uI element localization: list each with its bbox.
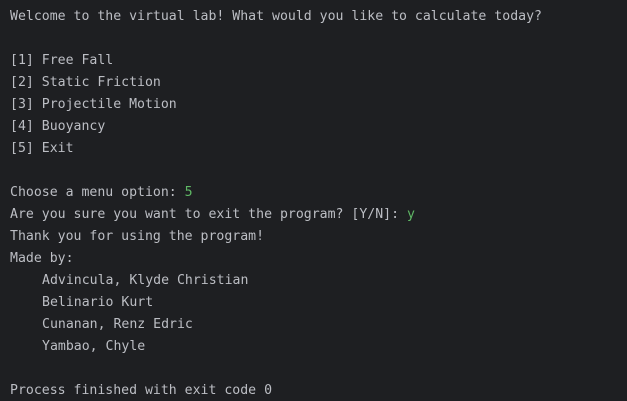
author-line: Belinario Kurt [42, 295, 154, 310]
welcome-line: Welcome to the virtual lab! What would y… [10, 9, 542, 24]
exit-confirm-text: Are you sure you want to exit the progra… [10, 207, 407, 222]
menu-item-projectile-motion: [3] Projectile Motion [10, 97, 177, 112]
menu-option-input: 5 [184, 185, 193, 200]
author-line: Advincula, Klyde Christian [42, 273, 249, 288]
menu-item-static-friction: [2] Static Friction [10, 75, 161, 90]
made-by-line: Made by: [10, 251, 74, 266]
author-line: Cunanan, Renz Edric [42, 317, 193, 332]
exit-code-line: Process finished with exit code 0 [10, 383, 273, 398]
author-line: Yambao, Chyle [42, 339, 146, 354]
menu-prompt-line: Choose a menu option: 5 [10, 182, 627, 204]
menu-item-free-fall: [1] Free Fall [10, 53, 114, 68]
exit-confirm-line: Are you sure you want to exit the progra… [10, 204, 627, 226]
thanks-line: Thank you for using the program! [10, 229, 265, 244]
menu-item-exit: [5] Exit [10, 141, 74, 156]
console-output: Welcome to the virtual lab! What would y… [0, 0, 627, 401]
menu-item-buoyancy: [4] Buoyancy [10, 119, 106, 134]
exit-confirm-input: y [406, 207, 415, 222]
menu-prompt-text: Choose a menu option: [10, 185, 185, 200]
